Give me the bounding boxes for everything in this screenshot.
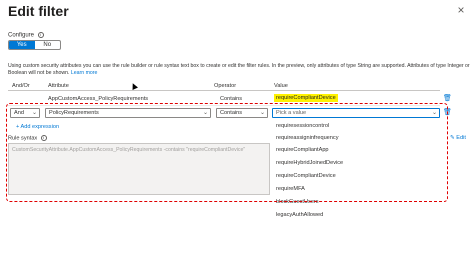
- operator-dropdown[interactable]: Contains ⌄: [216, 108, 268, 118]
- chevron-down-icon: ⌄: [259, 110, 265, 116]
- list-item[interactable]: requireCompliantDevice: [276, 173, 336, 179]
- attribute-value: PolicyRequirements: [49, 110, 99, 116]
- value-placeholder: Pick a value: [276, 110, 307, 116]
- list-item[interactable]: requireCompliantApp: [276, 147, 329, 153]
- page-title: Edit filter: [8, 3, 69, 19]
- row-value: requireCompliantDevice: [274, 94, 338, 102]
- list-item[interactable]: requireMFA: [276, 186, 305, 192]
- header-operator: Operator: [214, 83, 237, 89]
- grid-header: And/Or Attribute Operator Value: [8, 81, 440, 91]
- list-item[interactable]: requiresessioncontrol: [276, 123, 329, 129]
- toggle-yes[interactable]: Yes: [9, 41, 35, 49]
- edit-link[interactable]: ✎ Edit: [450, 135, 466, 141]
- learn-more-link[interactable]: Learn more: [71, 70, 98, 76]
- add-expression-link[interactable]: + Add expression: [16, 124, 59, 130]
- chevron-down-icon: ⌄: [431, 110, 437, 116]
- attribute-dropdown[interactable]: PolicyRequirements ⌄: [45, 108, 211, 118]
- table-row[interactable]: AppCustomAccess_PolicyRequirements Conta…: [8, 92, 440, 106]
- description: Using custom security attributes you can…: [8, 63, 470, 77]
- chevron-down-icon: ⌄: [31, 110, 37, 116]
- configure-label-text: Configure: [8, 32, 35, 39]
- list-item[interactable]: requireHybridJoinedDevice: [276, 160, 343, 166]
- configure-label: Configure i: [8, 32, 44, 39]
- header-value: Value: [274, 83, 288, 89]
- info-icon[interactable]: i: [37, 32, 44, 38]
- close-icon[interactable]: ×: [454, 3, 468, 17]
- row-operator: Contains: [220, 96, 243, 102]
- header-andor: And/Or: [12, 83, 30, 89]
- value-dropdown[interactable]: Pick a value ⌄: [272, 108, 440, 118]
- rule-syntax-textbox[interactable]: CustomSecurityAttribute.AppCustomAccess_…: [8, 143, 270, 195]
- andor-dropdown[interactable]: And ⌄: [10, 108, 40, 118]
- chevron-down-icon: ⌄: [202, 110, 208, 116]
- rule-syntax-label-text: Rule syntax: [8, 135, 38, 142]
- header-attribute: Attribute: [48, 83, 69, 89]
- configure-toggle[interactable]: Yes No: [8, 40, 61, 50]
- list-item[interactable]: blockGuestUsers: [276, 199, 319, 205]
- edit-link-text: Edit: [456, 135, 466, 141]
- andor-value: And: [14, 110, 24, 116]
- trash-icon[interactable]: 🗑: [443, 109, 452, 117]
- list-item[interactable]: requireassigninfrequency: [276, 135, 339, 141]
- trash-icon[interactable]: 🗑: [443, 95, 452, 103]
- rule-syntax-label: Rule syntax i: [8, 135, 47, 141]
- operator-value: Contains: [220, 110, 243, 116]
- list-item[interactable]: legacyAuthAllowed: [276, 212, 323, 218]
- row-attribute: AppCustomAccess_PolicyRequirements: [48, 96, 149, 102]
- toggle-no[interactable]: No: [35, 41, 61, 49]
- info-icon[interactable]: i: [40, 135, 47, 141]
- value-options-list: requiresessioncontrol requireassigninfre…: [270, 119, 440, 218]
